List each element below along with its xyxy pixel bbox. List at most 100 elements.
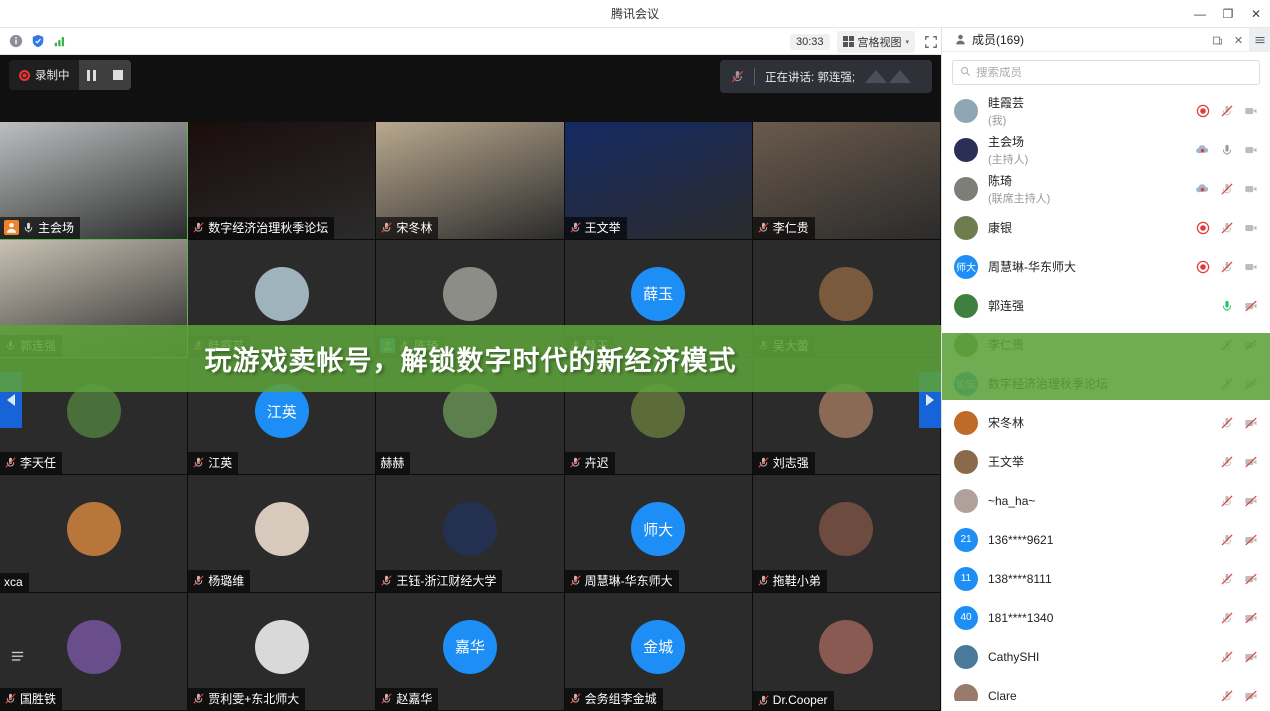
- camera-off-icon[interactable]: [1243, 181, 1258, 196]
- mic-off-icon: [569, 692, 582, 705]
- participant-info: 郭连强: [978, 297, 1219, 314]
- network-signal-icon[interactable]: [52, 34, 67, 49]
- participant-row[interactable]: 40 181****1340: [942, 598, 1270, 637]
- camera-off-icon[interactable]: [1243, 493, 1258, 508]
- shield-icon[interactable]: [30, 34, 45, 49]
- participant-row[interactable]: 宋冬林: [942, 403, 1270, 442]
- avatar: [819, 502, 874, 557]
- search-box[interactable]: [952, 60, 1260, 85]
- participant-row[interactable]: Clare: [942, 676, 1270, 701]
- participant-name: 眭霞芸: [988, 95, 1025, 110]
- mic-off-icon[interactable]: [1219, 259, 1234, 274]
- camera-off-icon[interactable]: [1243, 532, 1258, 547]
- video-tile[interactable]: 贾利雯+东北师大: [188, 593, 377, 711]
- close-icon[interactable]: ✕: [1228, 28, 1249, 52]
- mic-off-icon[interactable]: [1219, 493, 1234, 508]
- video-tile[interactable]: Dr.Cooper: [752, 593, 941, 711]
- mic-off-icon[interactable]: [1219, 142, 1234, 157]
- camera-off-icon[interactable]: [1243, 415, 1258, 430]
- hamburger-menu-icon[interactable]: [1249, 28, 1270, 52]
- local-record-icon[interactable]: [1195, 103, 1210, 118]
- participant-row[interactable]: 师大 周慧琳-华东师大: [942, 247, 1270, 286]
- camera-off-icon[interactable]: [1243, 298, 1258, 313]
- video-tile[interactable]: 拖鞋小弟: [752, 475, 941, 594]
- video-tile[interactable]: xca: [0, 475, 189, 594]
- mic-off-icon[interactable]: [1219, 454, 1234, 469]
- camera-off-icon[interactable]: [1243, 454, 1258, 469]
- more-options-icon[interactable]: [10, 649, 25, 669]
- video-tile[interactable]: 嘉华 赵嘉华: [376, 593, 565, 711]
- stop-recording-button[interactable]: [105, 60, 131, 90]
- video-tile[interactable]: 李仁贵: [752, 122, 941, 240]
- tile-name-bar: 主会场: [0, 216, 81, 239]
- local-record-icon[interactable]: [1195, 259, 1210, 274]
- participant-info: 陈琦 (联席主持人): [978, 172, 1195, 206]
- video-tile[interactable]: 国胜铁: [0, 593, 189, 711]
- participant-actions: [1195, 142, 1260, 157]
- close-button[interactable]: ✕: [1242, 0, 1270, 28]
- participant-name: 周慧琳-华东师大: [988, 260, 1076, 274]
- participant-row[interactable]: CathySHI: [942, 637, 1270, 676]
- minimize-button[interactable]: —: [1186, 0, 1214, 28]
- video-tile[interactable]: 王钰-浙江财经大学: [376, 475, 565, 594]
- video-tile[interactable]: 主会场: [0, 122, 189, 240]
- camera-off-icon[interactable]: [1243, 259, 1258, 274]
- tile-name-bar: 国胜铁: [0, 688, 63, 710]
- fullscreen-icon[interactable]: [922, 33, 940, 51]
- mic-off-icon: [192, 692, 205, 705]
- camera-off-icon[interactable]: [1243, 688, 1258, 701]
- participants-list[interactable]: 眭霞芸(我)主会场(主持人)陈琦(联席主持人)康银师大周慧琳-华东师大郭连强李仁…: [942, 91, 1270, 701]
- camera-off-icon[interactable]: [1243, 571, 1258, 586]
- mic-off-icon[interactable]: [1219, 571, 1234, 586]
- tile-participant-name: xca: [4, 575, 23, 590]
- participant-row[interactable]: 王文举: [942, 442, 1270, 481]
- mic-off-icon[interactable]: [1219, 688, 1234, 701]
- cloud-record-icon[interactable]: [1195, 142, 1210, 157]
- video-tile[interactable]: 王文举: [564, 122, 753, 240]
- camera-off-icon[interactable]: [1243, 103, 1258, 118]
- video-tile[interactable]: 数字经济治理秋季论坛: [188, 122, 377, 240]
- participant-row[interactable]: ~ha_ha~: [942, 481, 1270, 520]
- participant-actions: [1219, 610, 1260, 625]
- tile-name-bar: 会务组李金城: [564, 688, 663, 710]
- camera-off-icon[interactable]: [1243, 649, 1258, 664]
- mic-off-icon[interactable]: [1219, 220, 1234, 235]
- pause-recording-button[interactable]: [79, 60, 105, 90]
- video-tile[interactable]: 杨璐维: [188, 475, 377, 594]
- mic-off-icon[interactable]: [1219, 103, 1234, 118]
- tile-participant-name: 江英: [208, 456, 233, 471]
- video-tile[interactable]: 师大 周慧琳-华东师大: [564, 475, 753, 594]
- mic-off-icon[interactable]: [1219, 649, 1234, 664]
- local-record-icon[interactable]: [1195, 220, 1210, 235]
- participant-row[interactable]: 陈琦 (联席主持人): [942, 169, 1270, 208]
- participant-role: (我): [988, 114, 1007, 127]
- mic-on-icon[interactable]: [1219, 298, 1234, 313]
- video-tile[interactable]: 金城 会务组李金城: [564, 593, 753, 711]
- camera-off-icon[interactable]: [1243, 220, 1258, 235]
- participant-row[interactable]: 眭霞芸 (我): [942, 91, 1270, 130]
- camera-off-icon[interactable]: [1243, 142, 1258, 157]
- participant-row[interactable]: 21 136****9621: [942, 520, 1270, 559]
- view-mode-selector[interactable]: 宫格视图 ▾: [836, 30, 916, 53]
- participant-name: Clare: [988, 688, 1017, 702]
- popout-icon[interactable]: [1207, 28, 1228, 52]
- tile-name-bar: 杨璐维: [188, 570, 251, 593]
- tile-name-bar: 卉迟: [564, 452, 615, 475]
- mic-off-icon[interactable]: [1219, 532, 1234, 547]
- promo-banner-text: 玩游戏卖帐号，解锁数字时代的新经济模式: [204, 346, 737, 376]
- mic-off-icon[interactable]: [1219, 181, 1234, 196]
- participant-row[interactable]: 主会场 (主持人): [942, 130, 1270, 169]
- mic-off-icon: [380, 574, 393, 587]
- participant-name: 136****9621: [988, 532, 1054, 547]
- participant-row[interactable]: 康银: [942, 208, 1270, 247]
- cloud-record-icon[interactable]: [1195, 181, 1210, 196]
- mic-off-icon[interactable]: [1219, 415, 1234, 430]
- video-tile[interactable]: 宋冬林: [376, 122, 565, 240]
- info-icon[interactable]: [8, 34, 23, 49]
- search-input[interactable]: [976, 66, 1252, 79]
- participant-row[interactable]: 郭连强: [942, 286, 1270, 325]
- maximize-button[interactable]: ❐: [1214, 0, 1242, 28]
- mic-off-icon[interactable]: [1219, 610, 1234, 625]
- participant-row[interactable]: 11 138****8111: [942, 559, 1270, 598]
- camera-off-icon[interactable]: [1243, 610, 1258, 625]
